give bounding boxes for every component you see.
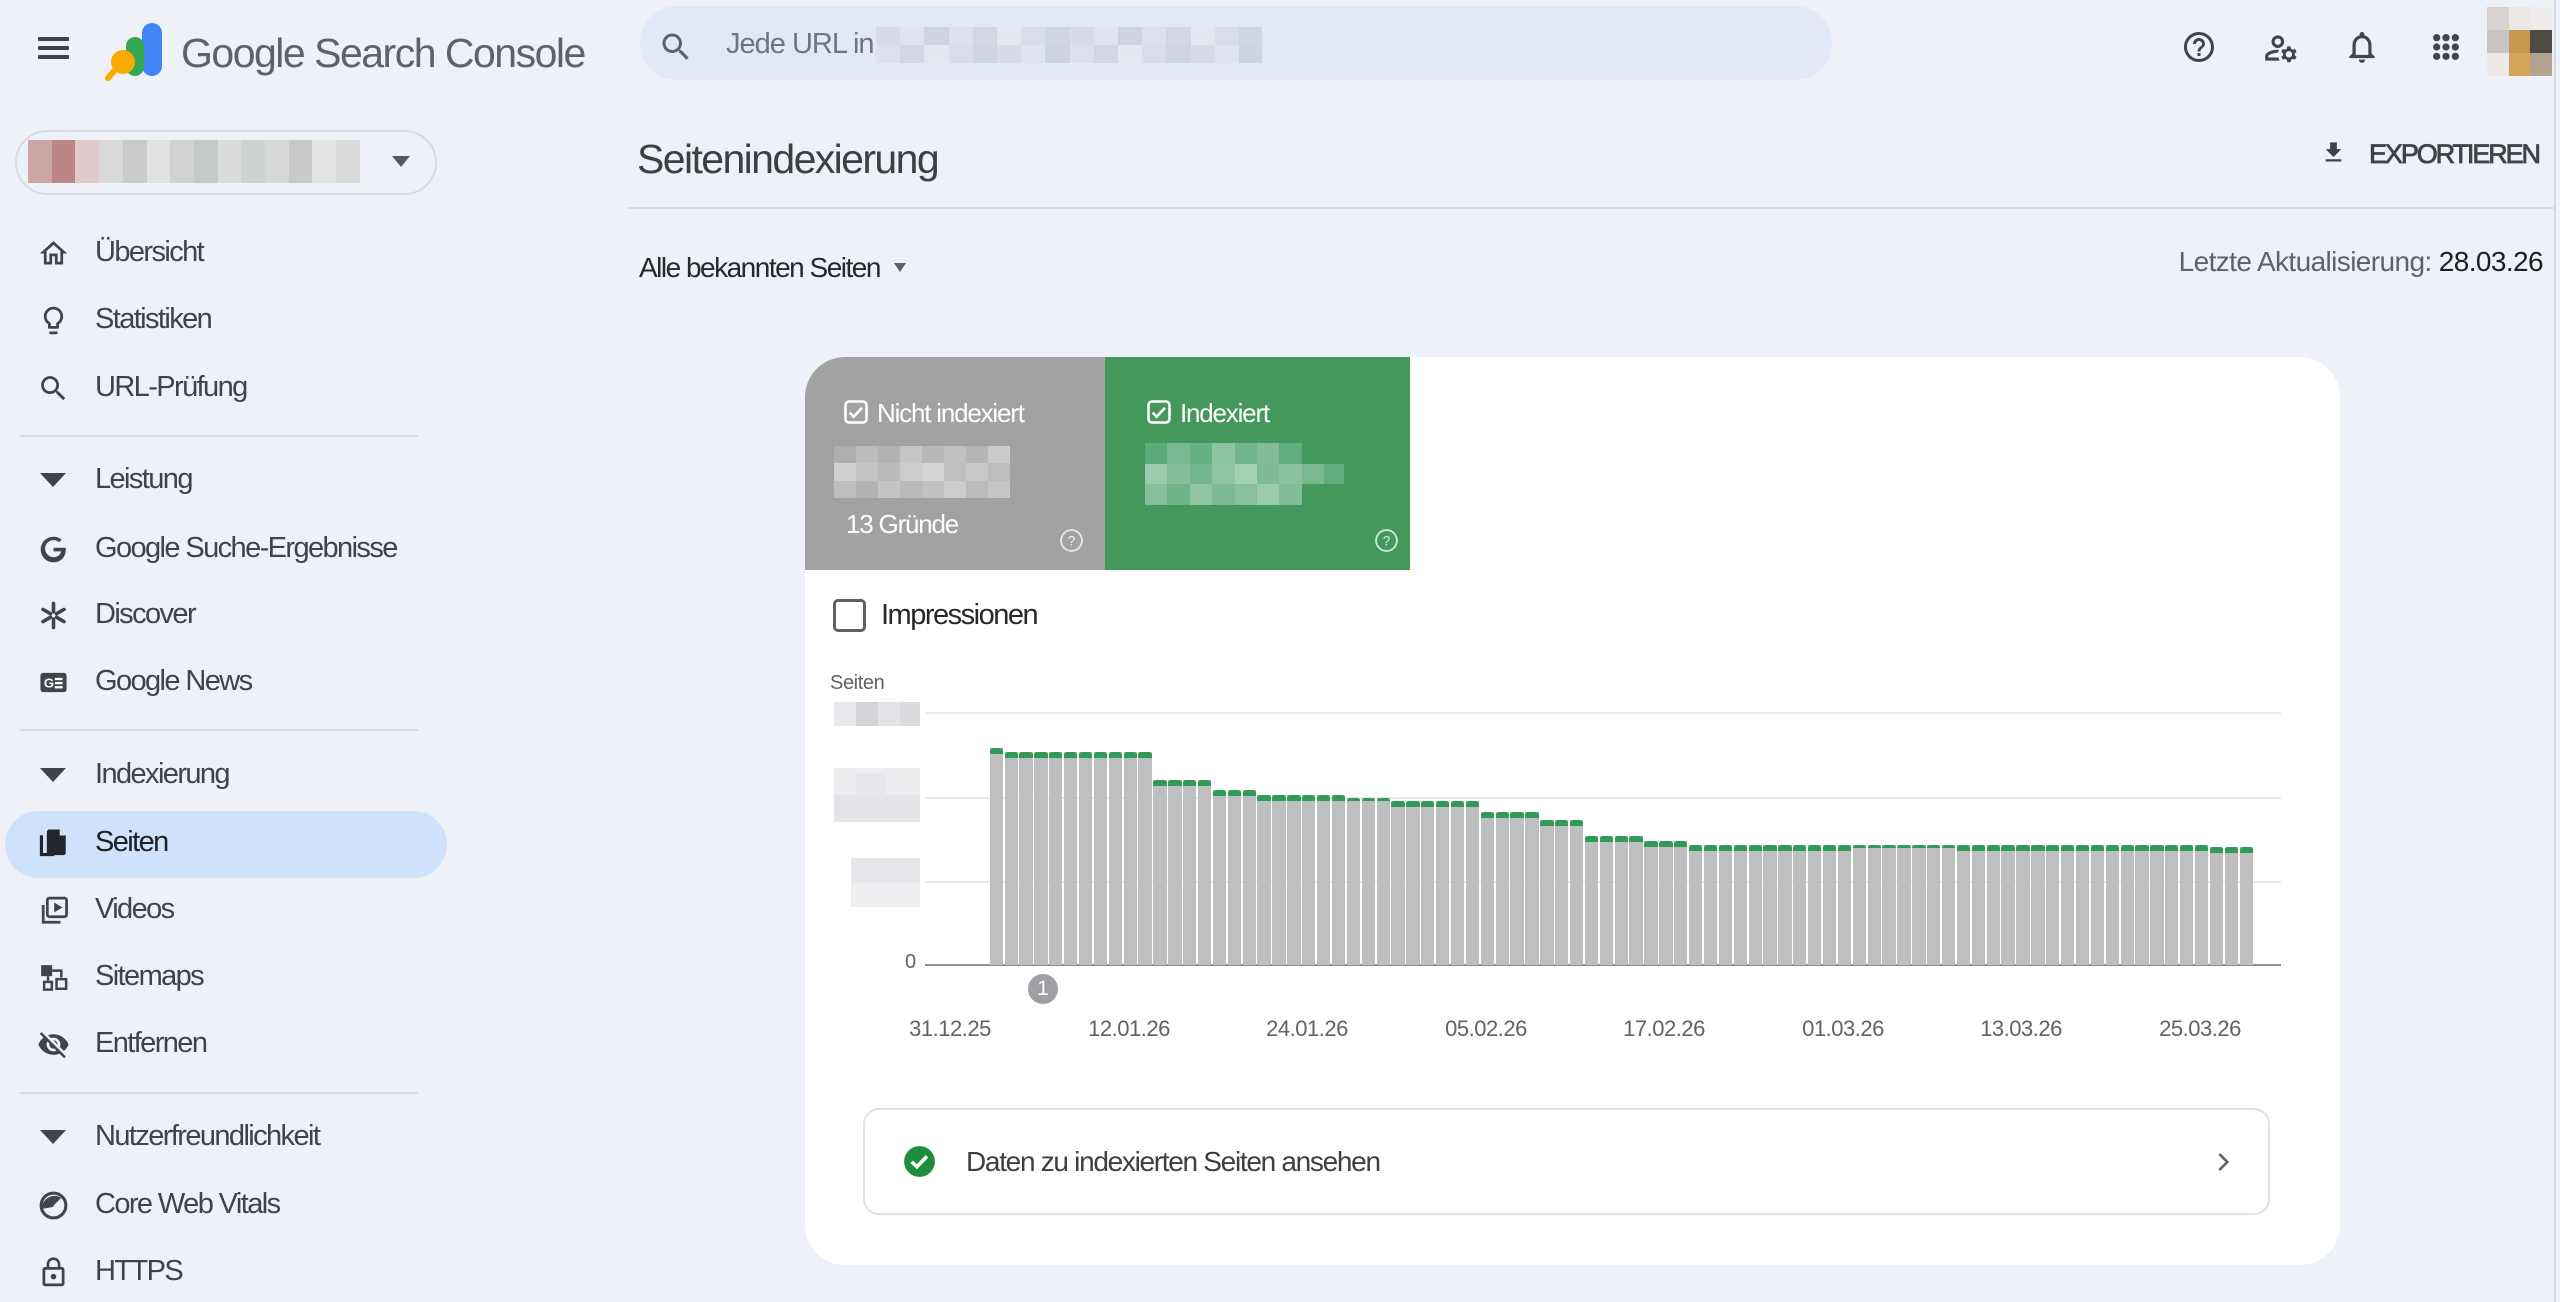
svg-text:?: ? <box>1068 534 1076 549</box>
svg-text:?: ? <box>1383 534 1391 549</box>
svg-text:G: G <box>43 675 53 690</box>
